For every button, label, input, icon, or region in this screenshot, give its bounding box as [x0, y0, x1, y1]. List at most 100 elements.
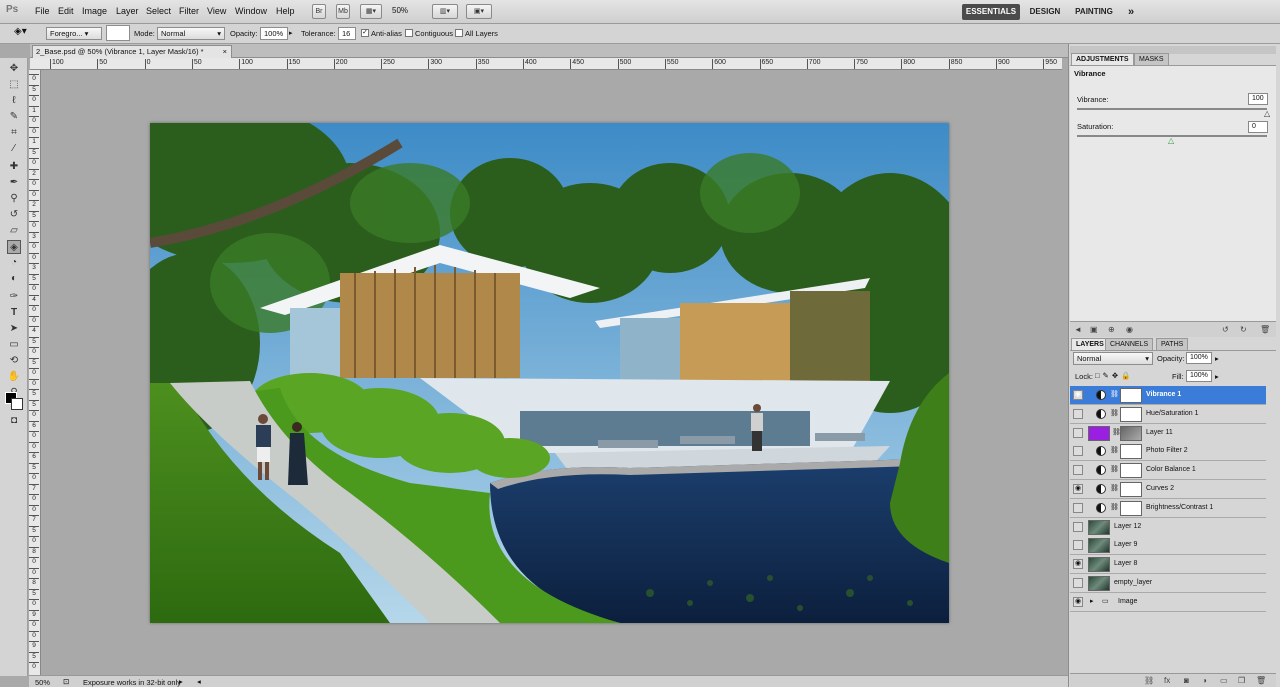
- return-to-list-icon[interactable]: ◄: [1074, 325, 1082, 334]
- layer-opacity-arrow-icon[interactable]: ▸: [1215, 354, 1219, 363]
- close-tab-icon[interactable]: ×: [223, 46, 227, 58]
- mask-link-icon[interactable]: ⛓: [1110, 446, 1119, 454]
- visibility-eye-icon[interactable]: [1073, 427, 1083, 438]
- reset-icon[interactable]: ↻: [1240, 325, 1247, 334]
- vibrance-slider[interactable]: [1077, 108, 1267, 110]
- visibility-eye-icon[interactable]: [1073, 465, 1083, 476]
- paint-bucket-icon[interactable]: ◈▾: [14, 26, 27, 37]
- opacity-arrow-icon[interactable]: ▸: [289, 29, 293, 37]
- add-mask-icon[interactable]: ◙: [1184, 676, 1189, 685]
- layer-thumbnail[interactable]: [1088, 538, 1110, 554]
- tab-paths[interactable]: PATHS: [1156, 338, 1189, 350]
- blur-tool-icon[interactable]: ◔: [7, 256, 21, 270]
- screen-mode-icon[interactable]: ▣▾: [466, 4, 492, 19]
- vibrance-input[interactable]: 100: [1248, 93, 1268, 105]
- mask-link-icon[interactable]: ⛓: [1110, 484, 1119, 492]
- hand-tool-icon[interactable]: ✋: [7, 370, 21, 384]
- saturation-slider-thumb[interactable]: △: [1168, 137, 1174, 145]
- shape-tool-icon[interactable]: ▭: [7, 338, 21, 352]
- view-previous-icon[interactable]: ↺: [1222, 325, 1229, 334]
- menu-window[interactable]: Window: [235, 6, 267, 16]
- visibility-eye-icon[interactable]: [1073, 502, 1083, 513]
- visibility-eye-icon[interactable]: [1073, 578, 1083, 588]
- layer-row[interactable]: ⛓ Color Balance 1: [1070, 461, 1266, 481]
- pen-tool-icon[interactable]: ✑: [7, 290, 21, 304]
- saturation-input[interactable]: 0: [1248, 121, 1268, 133]
- layer-row[interactable]: ⛓ Layer 11: [1070, 423, 1266, 443]
- arrange-documents-icon[interactable]: ▥▾: [432, 4, 458, 19]
- delete-layer-icon[interactable]: 🗑: [1256, 676, 1266, 685]
- eyedropper-tool-icon[interactable]: ⁄: [7, 142, 21, 156]
- tab-masks[interactable]: MASKS: [1134, 53, 1169, 65]
- layer-row[interactable]: ◉ ⛓ Curves 2: [1070, 480, 1266, 499]
- view-extras-icon[interactable]: ▦▾: [360, 4, 382, 19]
- clone-stamp-tool-icon[interactable]: ⚲: [7, 192, 21, 206]
- eraser-tool-icon[interactable]: ▱: [7, 224, 21, 238]
- visibility-eye-icon[interactable]: ◉: [1073, 484, 1083, 494]
- layer-mask-thumbnail[interactable]: [1120, 463, 1142, 479]
- layer-row[interactable]: ◉ ⛓ Vibrance 1: [1070, 386, 1266, 405]
- menu-layer[interactable]: Layer: [116, 6, 139, 16]
- opacity-input[interactable]: 100%: [260, 27, 288, 40]
- layer-row[interactable]: ⛓ Brightness/Contrast 1: [1070, 498, 1266, 518]
- visibility-eye-icon[interactable]: ◉: [1073, 596, 1083, 607]
- menu-help[interactable]: Help: [276, 6, 295, 16]
- background-color-swatch[interactable]: [11, 398, 23, 410]
- more-workspaces-button[interactable]: »: [1124, 4, 1138, 20]
- visibility-eye-icon[interactable]: [1073, 540, 1083, 551]
- layer-mask-thumbnail[interactable]: [1120, 388, 1142, 403]
- zoom-level[interactable]: 50%: [392, 6, 408, 15]
- tab-adjustments[interactable]: ADJUSTMENTS: [1071, 53, 1134, 65]
- document-tab[interactable]: 2_Base.psd @ 50% (Vibrance 1, Layer Mask…: [32, 45, 232, 58]
- move-tool-icon[interactable]: ✥: [7, 62, 21, 76]
- contiguous-checkbox[interactable]: [405, 29, 413, 37]
- mask-link-icon[interactable]: ⛓: [1110, 409, 1119, 417]
- scroll-left-icon[interactable]: ◂: [197, 677, 201, 686]
- menu-image[interactable]: Image: [82, 6, 107, 16]
- workspace-painting[interactable]: PAINTING: [1070, 4, 1118, 20]
- all-layers-checkbox[interactable]: [455, 29, 463, 37]
- lock-icons[interactable]: □✎✥🔒: [1095, 371, 1133, 380]
- tab-layers[interactable]: LAYERS: [1071, 338, 1109, 350]
- bridge-icon[interactable]: Br: [312, 4, 326, 19]
- menu-view[interactable]: View: [207, 6, 226, 16]
- visibility-eye-icon[interactable]: [1073, 408, 1083, 419]
- delete-adjustment-icon[interactable]: 🗑: [1260, 325, 1270, 334]
- quick-mask-icon[interactable]: ◘: [7, 414, 21, 428]
- path-selection-tool-icon[interactable]: ➤: [7, 322, 21, 336]
- anti-alias-checkbox[interactable]: ✓: [361, 29, 369, 37]
- layer-mask-thumbnail[interactable]: [1120, 406, 1142, 422]
- fill-input[interactable]: 100%: [1186, 370, 1212, 382]
- layer-thumbnail[interactable]: [1088, 519, 1110, 535]
- crop-tool-icon[interactable]: ⌗: [7, 126, 21, 140]
- document-image[interactable]: [150, 123, 949, 623]
- mask-link-icon[interactable]: ⛓: [1110, 465, 1119, 473]
- layer-row[interactable]: ⛓ Photo Filter 2: [1070, 442, 1266, 462]
- dodge-tool-icon[interactable]: ◐: [7, 272, 21, 286]
- type-tool-icon[interactable]: T: [7, 306, 21, 320]
- mode-dropdown[interactable]: Normal ▾: [157, 27, 225, 40]
- layer-mask-thumbnail[interactable]: [1120, 482, 1142, 497]
- fill-source-dropdown[interactable]: Foregro... ▾: [46, 27, 102, 40]
- layer-style-icon[interactable]: fx: [1164, 676, 1170, 685]
- layer-row[interactable]: ⛓ Hue/Saturation 1: [1070, 404, 1266, 424]
- vibrance-slider-thumb[interactable]: △: [1264, 110, 1270, 118]
- pattern-picker[interactable]: [106, 25, 130, 41]
- link-layers-icon[interactable]: ⛓: [1144, 676, 1154, 685]
- workspace-design[interactable]: DESIGN: [1026, 4, 1064, 20]
- visibility-eye-icon[interactable]: [1073, 446, 1083, 457]
- layer-row[interactable]: ◉ ▸ ▭ Image: [1070, 592, 1266, 612]
- healing-brush-tool-icon[interactable]: ✚: [7, 160, 21, 174]
- blend-mode-dropdown[interactable]: Normal ▾: [1073, 352, 1153, 365]
- status-arrow-icon[interactable]: ▸: [179, 677, 183, 686]
- status-icon[interactable]: ⊡: [63, 677, 69, 686]
- layer-mask-thumbnail[interactable]: [1120, 425, 1142, 441]
- menu-edit[interactable]: Edit: [58, 6, 74, 16]
- lasso-tool-icon[interactable]: ℓ: [7, 94, 21, 108]
- status-zoom[interactable]: 50%: [35, 678, 50, 687]
- mini-bridge-icon[interactable]: Mb: [336, 4, 350, 19]
- layer-mask-thumbnail[interactable]: [1120, 500, 1142, 516]
- mask-link-icon[interactable]: ⛓: [1110, 503, 1119, 511]
- tab-channels[interactable]: CHANNELS: [1105, 338, 1154, 350]
- workspace-essentials[interactable]: ESSENTIALS: [962, 4, 1020, 20]
